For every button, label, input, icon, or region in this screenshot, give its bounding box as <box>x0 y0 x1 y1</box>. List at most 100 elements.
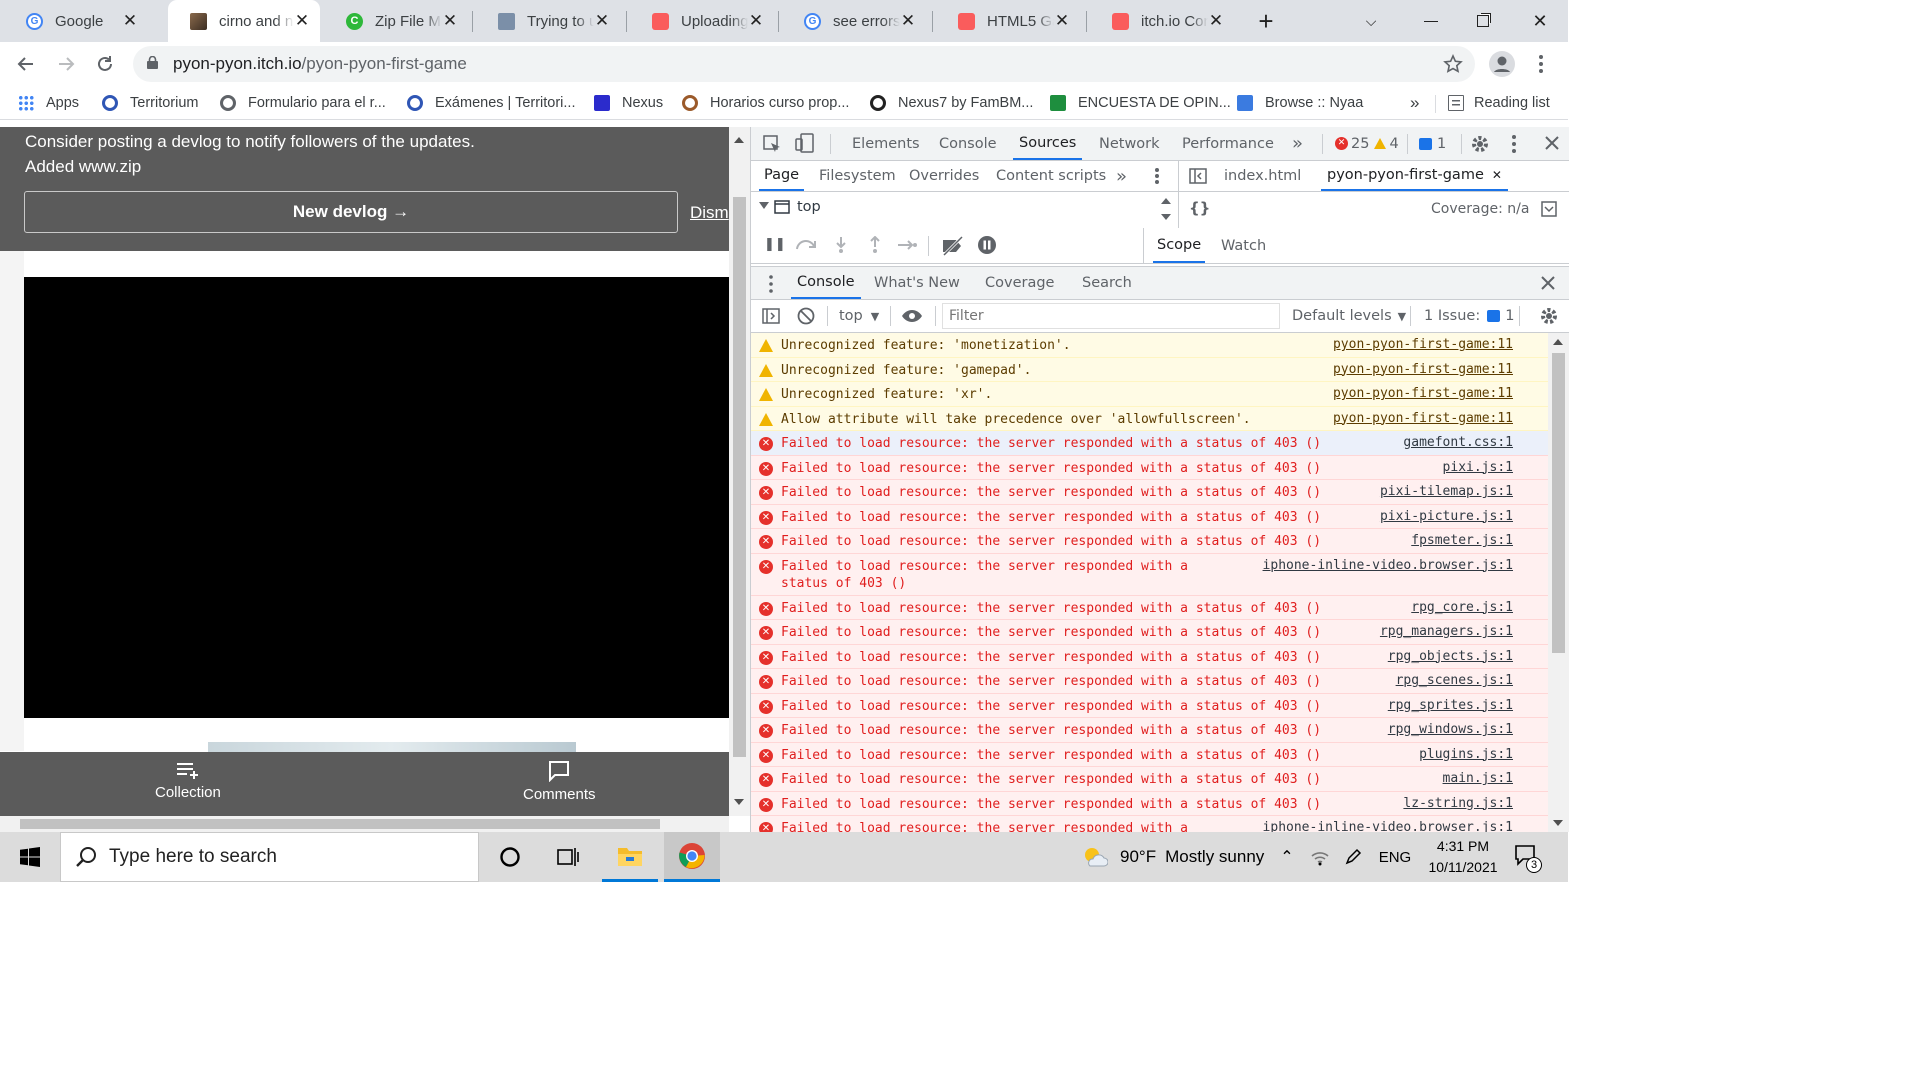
task-view-button[interactable] <box>540 832 596 882</box>
close-tab-icon[interactable]: ✕ <box>122 11 138 31</box>
console-message-row[interactable]: Unrecognized feature: 'monetization'. pyo… <box>751 333 1548 358</box>
live-expression-eye-icon[interactable] <box>901 309 923 323</box>
reload-button[interactable] <box>89 48 121 80</box>
console-settings-gear-icon[interactable] <box>1539 306 1559 326</box>
bookmarks-overflow-button[interactable]: » <box>1410 86 1419 120</box>
console-source-link[interactable]: pixi.js:1 <box>1443 460 1513 475</box>
bookmark-item[interactable]: Apps <box>18 86 79 120</box>
issues-button[interactable]: 1 Issue: 1 <box>1420 300 1518 332</box>
weather-temp[interactable]: 90°F <box>1120 847 1156 867</box>
console-message-row[interactable]: ✕ Failed to load resource: the server res… <box>751 595 1548 620</box>
console-source-link[interactable]: pyon-pyon-first-game:11 <box>1333 386 1513 401</box>
wifi-icon[interactable] <box>1310 848 1330 866</box>
console-source-link[interactable]: lz-string.js:1 <box>1403 796 1513 811</box>
start-button[interactable] <box>2 832 58 882</box>
more-source-tabs[interactable]: » <box>1112 161 1131 191</box>
console-message-row[interactable]: ✕ Failed to load resource: the server res… <box>751 529 1548 554</box>
page-vertical-scrollbar[interactable] <box>729 127 750 816</box>
close-tab-icon[interactable]: ✕ <box>748 11 764 31</box>
editor-file-tab[interactable]: index.html <box>1218 161 1307 191</box>
cortana-button[interactable] <box>482 832 538 882</box>
close-tab-icon[interactable]: ✕ <box>900 11 916 31</box>
console-message-row[interactable]: ✕ Failed to load resource: the server res… <box>751 553 1548 596</box>
pen-icon[interactable] <box>1344 848 1362 866</box>
bookmark-item[interactable]: Territorium <box>102 86 198 120</box>
close-tab-icon[interactable]: ✕ <box>594 11 610 31</box>
browser-tab[interactable]: cirno and n ✕ <box>168 0 320 42</box>
new-tab-button[interactable]: + <box>1240 0 1292 42</box>
comments-button[interactable]: Comments <box>523 760 596 803</box>
context-selector[interactable]: top ▼ <box>835 300 883 332</box>
minimize-button[interactable] <box>1405 0 1457 42</box>
browser-tab[interactable]: Trying to up✕ <box>476 0 620 42</box>
sources-tab-content-scripts[interactable]: Content scripts <box>991 161 1111 191</box>
console-message-row[interactable]: ✕ Failed to load resource: the server res… <box>751 816 1548 833</box>
inspect-element-icon[interactable] <box>763 135 781 153</box>
devtools-tab-elements[interactable]: Elements <box>846 127 926 160</box>
console-message-row[interactable]: ✕ Failed to load resource: the server res… <box>751 455 1548 480</box>
restore-button[interactable] <box>1457 0 1509 42</box>
step-out-icon[interactable] <box>869 236 881 254</box>
drawer-tab-coverage[interactable]: Coverage <box>979 267 1060 299</box>
console-source-link[interactable]: pixi-picture.js:1 <box>1380 509 1513 524</box>
source-menu-icon[interactable] <box>1154 167 1160 185</box>
error-counter[interactable]: ✕ 25 4 <box>1331 127 1403 160</box>
show-sidebar-icon[interactable] <box>762 308 780 324</box>
console-message-row[interactable]: ✕ Failed to load resource: the server res… <box>751 791 1548 816</box>
pause-icon[interactable]: ❚❚ <box>764 237 786 252</box>
console-message-row[interactable]: Unrecognized feature: 'gamepad'. pyon-pyo… <box>751 357 1548 382</box>
console-message-row[interactable]: ✕ Failed to load resource: the server res… <box>751 767 1548 792</box>
console-source-link[interactable]: main.js:1 <box>1443 771 1513 786</box>
close-tab-icon[interactable]: ✕ <box>294 11 310 31</box>
console-source-link[interactable]: plugins.js:1 <box>1419 747 1513 762</box>
devtools-tab-sources[interactable]: Sources <box>1013 127 1083 160</box>
clear-console-icon[interactable] <box>797 307 815 325</box>
bookmark-item[interactable]: Exámenes | Territori... <box>407 86 576 120</box>
devtools-menu-icon[interactable] <box>1511 134 1517 154</box>
profile-button[interactable] <box>1486 48 1518 80</box>
editor-file-tab[interactable]: pyon-pyon-first-game ✕ <box>1321 161 1508 191</box>
close-tab-icon[interactable]: ✕ <box>442 11 458 31</box>
game-canvas[interactable] <box>24 277 729 718</box>
console-message-row[interactable]: ✕ Failed to load resource: the server res… <box>751 644 1548 669</box>
browser-tab[interactable]: G Google ✕ <box>4 0 148 42</box>
file-explorer-button[interactable] <box>602 832 658 882</box>
console-message-row[interactable]: ✕ Failed to load resource: the server res… <box>751 718 1548 743</box>
chrome-menu-button[interactable] <box>1525 48 1557 80</box>
pretty-print-icon[interactable]: {} <box>1189 199 1210 217</box>
browser-tab[interactable]: Uploading ✕ <box>630 0 774 42</box>
more-tabs-button[interactable]: » <box>1288 127 1307 160</box>
console-source-link[interactable]: pyon-pyon-first-game:11 <box>1333 411 1513 426</box>
pause-on-exceptions-icon[interactable] <box>977 235 997 255</box>
action-center-button[interactable]: 3 <box>1514 844 1542 873</box>
console-message-row[interactable]: ✕ Failed to load resource: the server res… <box>751 504 1548 529</box>
console-source-link[interactable]: iphone-inline-video.browser.js:1 <box>1263 558 1513 573</box>
close-window-button[interactable]: ✕ <box>1514 0 1566 42</box>
devtools-tab-performance[interactable]: Performance <box>1176 127 1280 160</box>
taskbar-search-box[interactable]: Type here to search <box>60 832 479 882</box>
browser-tab[interactable]: C Zip File Mal✕ <box>324 0 468 42</box>
forward-button[interactable] <box>50 48 82 80</box>
console-source-link[interactable]: pixi-tilemap.js:1 <box>1380 484 1513 499</box>
console-source-link[interactable]: fpsmeter.js:1 <box>1411 533 1513 548</box>
console-source-link[interactable]: rpg_scenes.js:1 <box>1396 673 1513 688</box>
tab-search-chevron-icon[interactable]: ⌵ <box>1345 0 1397 42</box>
drawer-menu-icon[interactable] <box>769 275 773 293</box>
sources-tab-page[interactable]: Page <box>759 161 805 191</box>
step-icon[interactable] <box>897 238 917 252</box>
weather-text[interactable]: Mostly sunny <box>1165 847 1264 867</box>
sources-tab-filesystem[interactable]: Filesystem <box>814 161 901 191</box>
close-drawer-icon[interactable] <box>1541 276 1555 290</box>
console-message-row[interactable]: ✕ Failed to load resource: the server res… <box>751 669 1548 694</box>
console-source-link[interactable]: pyon-pyon-first-game:11 <box>1333 362 1513 377</box>
chrome-taskbar-button[interactable] <box>664 832 720 882</box>
log-levels-dropdown[interactable]: Default levels ▼ <box>1288 300 1410 332</box>
deactivate-breakpoints-icon[interactable] <box>941 236 965 256</box>
console-source-link[interactable]: rpg_core.js:1 <box>1411 600 1513 615</box>
console-source-link[interactable]: gamefont.css:1 <box>1403 435 1513 450</box>
console-message-row[interactable]: Allow attribute will take precedence ove… <box>751 406 1548 431</box>
console-scrollbar[interactable] <box>1548 333 1569 832</box>
close-tab-icon[interactable]: ✕ <box>1208 11 1224 31</box>
browser-tab[interactable]: itch.io Com✕ <box>1090 0 1234 42</box>
bookmark-item[interactable]: Formulario para el r... <box>220 86 386 120</box>
